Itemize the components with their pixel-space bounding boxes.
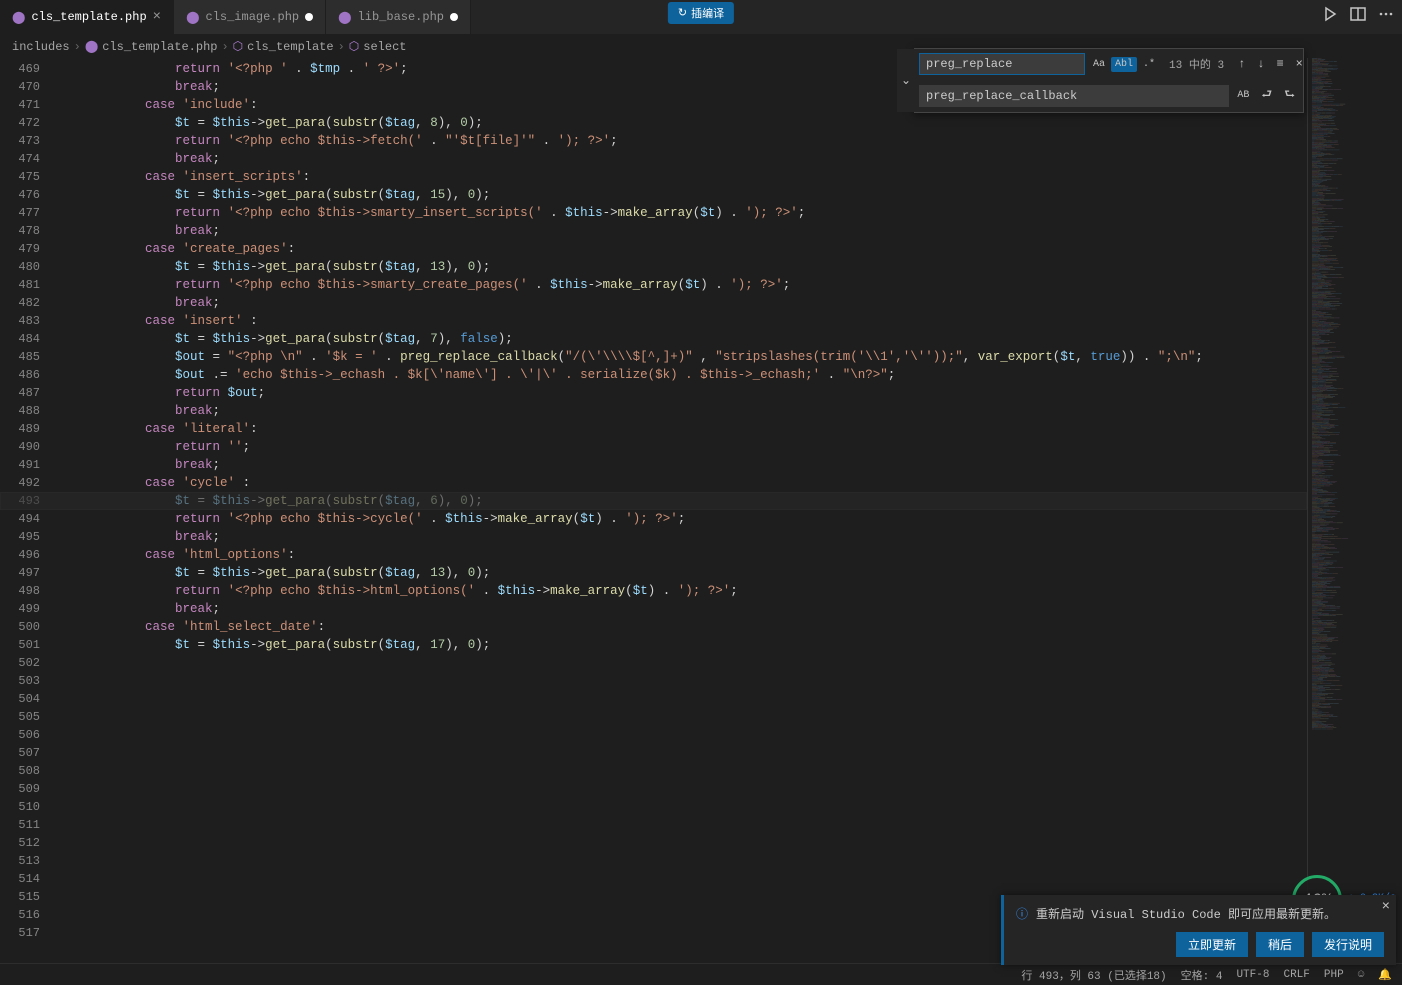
more-icon[interactable]	[1378, 6, 1394, 26]
method-icon: ⬡	[349, 39, 359, 54]
replace-all-icon[interactable]: ⮑	[1280, 83, 1299, 108]
class-icon: ⬡	[233, 39, 243, 54]
top-center-pill[interactable]: ↻ 插编译	[668, 2, 734, 24]
pill-label: 插编译	[691, 5, 724, 21]
tab-label: cls_template.php	[31, 10, 146, 24]
tab-cls-image[interactable]: ⬤ cls_image.php	[174, 0, 326, 34]
status-encoding[interactable]: UTF-8	[1236, 969, 1269, 981]
update-notification: × ⓘ 重新启动 Visual Studio Code 即可应用最新更新。 立即…	[1001, 895, 1396, 965]
bell-icon[interactable]: 🔔	[1378, 968, 1392, 982]
info-icon: ⓘ	[1016, 905, 1028, 922]
php-icon: ⬤	[338, 10, 351, 25]
sync-icon: ↻	[678, 6, 687, 20]
match-count: 13 中的 3	[1163, 56, 1230, 72]
chevron-right-icon: ›	[221, 40, 228, 54]
php-icon: ⬤	[12, 10, 25, 25]
notification-text: 重新启动 Visual Studio Code 即可应用最新更新。	[1036, 905, 1336, 922]
modified-dot-icon	[305, 13, 313, 21]
toggle-replace-icon[interactable]: ⌄	[897, 49, 915, 112]
search-input[interactable]	[919, 53, 1085, 75]
chevron-right-icon: ›	[338, 40, 345, 54]
line-gutter: 469 470 471 472 473 474 475 476 477 478 …	[0, 58, 55, 973]
close-find-icon[interactable]: ×	[1292, 55, 1307, 73]
code-area[interactable]: return '<?php ' . $tmp . ' ?>'; break; c…	[55, 58, 1307, 973]
editor-actions	[1322, 6, 1394, 26]
tab-label: lib_base.php	[358, 10, 444, 24]
selection-icon[interactable]: ≡	[1272, 55, 1287, 73]
update-later-button[interactable]: 稍后	[1256, 932, 1304, 957]
replace-one-icon[interactable]: ⮐	[1257, 83, 1276, 108]
split-editor-icon[interactable]	[1350, 6, 1366, 26]
status-cursor[interactable]: 行 493，列 63 (已选择18)	[1021, 967, 1166, 983]
php-icon: ⬤	[186, 10, 199, 25]
close-icon[interactable]: ×	[153, 9, 161, 25]
preserve-case-button[interactable]: AB	[1233, 88, 1253, 103]
find-replace-widget: ⌄ Aa Abl .* 13 中的 3 ↑ ↓ ≡ × AB ⮐ ⮑	[914, 48, 1304, 113]
status-bar: 行 493，列 63 (已选择18) 空格: 4 UTF-8 CRLF PHP …	[0, 963, 1402, 985]
breadcrumb-file[interactable]: cls_template.php	[102, 40, 217, 54]
regex-button[interactable]: .*	[1139, 57, 1159, 72]
breadcrumb-method[interactable]: select	[363, 40, 406, 54]
close-notification-icon[interactable]: ×	[1382, 899, 1390, 915]
modified-dot-icon	[450, 13, 458, 21]
chevron-right-icon: ›	[74, 40, 81, 54]
editor[interactable]: 469 470 471 472 473 474 475 476 477 478 …	[0, 58, 1402, 973]
release-notes-button[interactable]: 发行说明	[1312, 932, 1384, 957]
minimap[interactable]	[1307, 58, 1402, 973]
match-case-button[interactable]: Aa	[1089, 57, 1109, 72]
next-match-icon[interactable]: ↓	[1253, 55, 1268, 73]
status-spaces[interactable]: 空格: 4	[1181, 967, 1223, 983]
breadcrumb-root[interactable]: includes	[12, 40, 70, 54]
tab-cls-template[interactable]: ⬤ cls_template.php ×	[0, 0, 174, 34]
feedback-icon[interactable]: ☺	[1358, 969, 1365, 981]
php-icon: ⬤	[85, 39, 98, 54]
replace-input[interactable]	[919, 85, 1229, 107]
tab-label: cls_image.php	[206, 10, 300, 24]
run-icon[interactable]	[1322, 6, 1338, 26]
breadcrumb-class[interactable]: cls_template	[247, 40, 333, 54]
prev-match-icon[interactable]: ↑	[1234, 55, 1249, 73]
whole-word-button[interactable]: Abl	[1111, 57, 1137, 72]
status-eol[interactable]: CRLF	[1283, 969, 1309, 981]
status-language[interactable]: PHP	[1324, 969, 1344, 981]
update-now-button[interactable]: 立即更新	[1176, 932, 1248, 957]
tab-lib-base[interactable]: ⬤ lib_base.php	[326, 0, 471, 34]
